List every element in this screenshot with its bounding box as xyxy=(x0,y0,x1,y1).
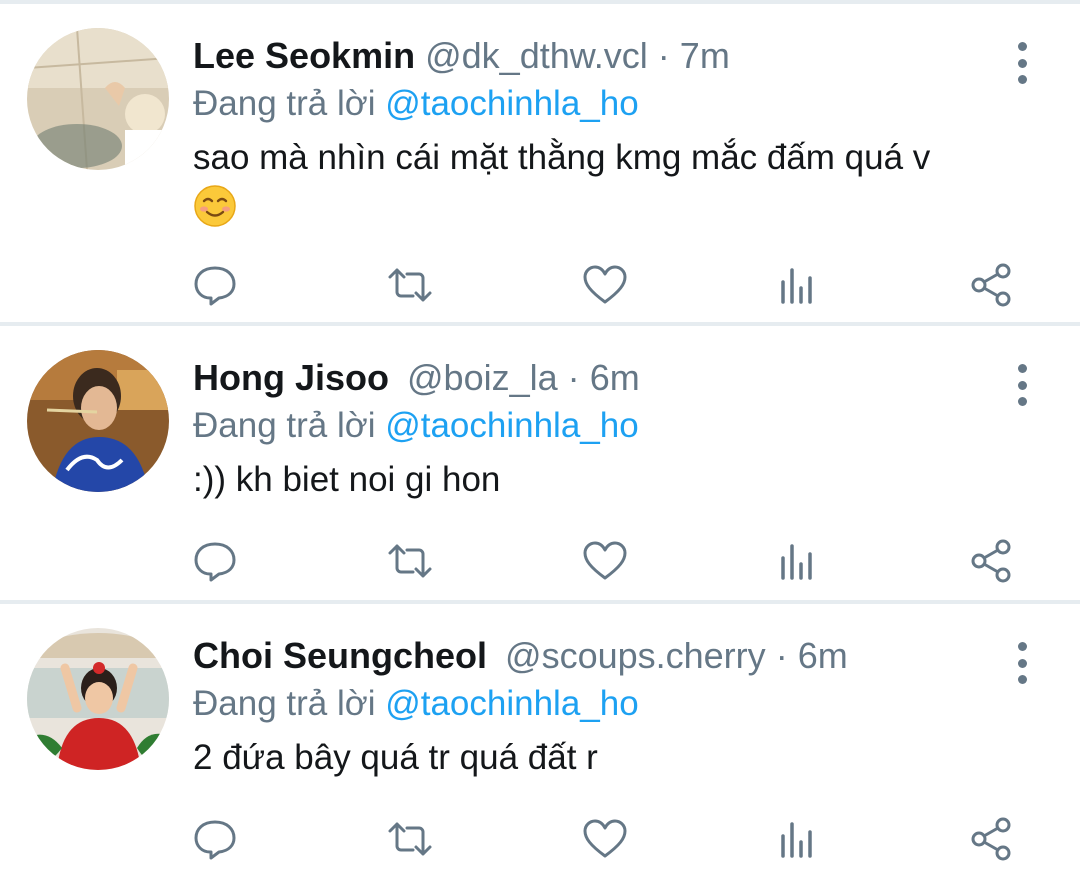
reply-context: Đang trả lời @taochinhla_ho xyxy=(193,682,1000,726)
tweet-text: :)) kh biet noi gi hon xyxy=(193,460,501,499)
separator-dot: · xyxy=(567,357,580,398)
reply-context: Đang trả lời @taochinhla_ho xyxy=(193,82,1000,126)
timestamp[interactable]: 6m xyxy=(798,635,848,676)
action-bar xyxy=(0,814,1080,864)
smiling-face-icon xyxy=(194,185,236,227)
separator-dot: · xyxy=(775,635,788,676)
reply-prefix: Đang trả lời xyxy=(193,406,376,445)
timestamp[interactable]: 6m xyxy=(590,357,640,398)
display-name[interactable]: Lee Seokmin xyxy=(193,35,415,76)
reply-to-link[interactable]: @taochinhla_ho xyxy=(385,684,639,723)
retweet-icon[interactable] xyxy=(385,260,435,310)
user-handle[interactable]: @dk_dthw.vcl xyxy=(425,35,648,76)
retweet-icon[interactable] xyxy=(385,536,435,586)
tweet-content: Hong Jisoo @boiz_la · 6m Đang trả lời @t… xyxy=(193,356,1000,504)
share-icon[interactable] xyxy=(967,260,1017,310)
reply-icon[interactable] xyxy=(190,536,240,586)
reply-to-link[interactable]: @taochinhla_ho xyxy=(385,84,639,123)
action-bar xyxy=(0,536,1080,586)
more-options-icon[interactable] xyxy=(1007,364,1037,406)
reply-to-link[interactable]: @taochinhla_ho xyxy=(385,406,639,445)
tweet-content: Lee Seokmin @dk_dthw.vcl · 7m Đang trả l… xyxy=(193,34,1000,230)
more-options-icon[interactable] xyxy=(1007,42,1037,84)
reply-context: Đang trả lời @taochinhla_ho xyxy=(193,404,1000,448)
tweet-header: Lee Seokmin @dk_dthw.vcl · 7m xyxy=(193,34,1000,78)
display-name[interactable]: Choi Seungcheol xyxy=(193,635,487,676)
analytics-icon[interactable] xyxy=(772,536,822,586)
analytics-icon[interactable] xyxy=(772,260,822,310)
like-icon[interactable] xyxy=(580,814,630,864)
share-icon[interactable] xyxy=(967,536,1017,586)
tweet-header: Choi Seungcheol @scoups.cherry · 6m xyxy=(193,634,1000,678)
tweet[interactable]: Hong Jisoo @boiz_la · 6m Đang trả lời @t… xyxy=(0,326,1080,600)
like-icon[interactable] xyxy=(580,536,630,586)
reply-icon[interactable] xyxy=(190,260,240,310)
tweet-content: Choi Seungcheol @scoups.cherry · 6m Đang… xyxy=(193,634,1000,782)
reply-prefix: Đang trả lời xyxy=(193,684,376,723)
tweet-header: Hong Jisoo @boiz_la · 6m xyxy=(193,356,1000,400)
more-options-icon[interactable] xyxy=(1007,642,1037,684)
tweet[interactable]: Lee Seokmin @dk_dthw.vcl · 7m Đang trả l… xyxy=(0,4,1080,322)
action-bar xyxy=(0,260,1080,310)
reply-prefix: Đang trả lời xyxy=(193,84,376,123)
user-handle[interactable]: @boiz_la xyxy=(407,357,558,398)
display-name[interactable]: Hong Jisoo xyxy=(193,357,389,398)
separator-dot: · xyxy=(657,35,670,76)
tweet-text: 2 đứa bây quá tr quá đất r xyxy=(193,738,598,777)
tweet-text: sao mà nhìn cái mặt thằng kmg mắc đấm qu… xyxy=(193,138,931,177)
avatar[interactable] xyxy=(27,350,169,492)
like-icon[interactable] xyxy=(580,260,630,310)
share-icon[interactable] xyxy=(967,814,1017,864)
avatar[interactable] xyxy=(27,628,169,770)
user-handle[interactable]: @scoups.cherry xyxy=(505,635,766,676)
avatar[interactable] xyxy=(27,28,169,170)
retweet-icon[interactable] xyxy=(385,814,435,864)
tweet[interactable]: Choi Seungcheol @scoups.cherry · 6m Đang… xyxy=(0,604,1080,881)
reply-icon[interactable] xyxy=(190,814,240,864)
analytics-icon[interactable] xyxy=(772,814,822,864)
timeline: Lee Seokmin @dk_dthw.vcl · 7m Đang trả l… xyxy=(0,0,1080,881)
timestamp[interactable]: 7m xyxy=(680,35,730,76)
